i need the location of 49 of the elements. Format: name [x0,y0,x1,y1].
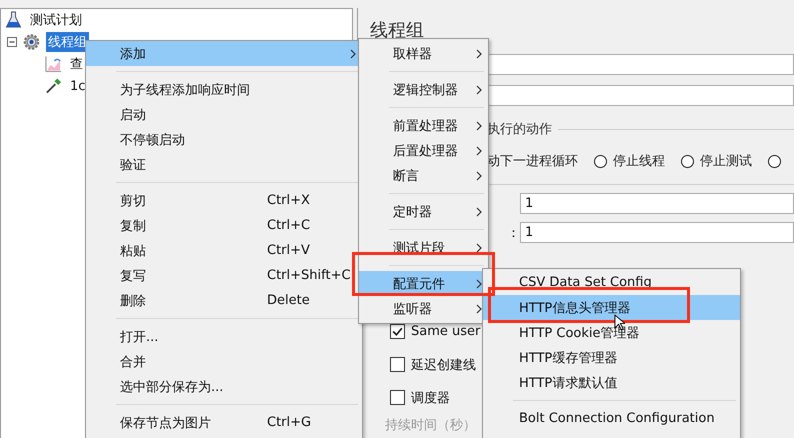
input-field[interactable] [487,54,794,75]
menu-item[interactable]: 取样器 [359,41,488,66]
checkbox[interactable] [390,324,405,339]
menu-item[interactable]: 启动 [86,102,362,127]
menu-item[interactable]: 粘贴 Ctrl+V [86,238,362,263]
checkbox[interactable] [390,390,405,405]
radio-button[interactable] [681,154,694,168]
menu-item[interactable]: HTTP请求默认值 [483,370,740,395]
menu-item[interactable]: 选中部分保存为... [86,374,362,399]
pipette-icon [45,77,62,95]
menu-item[interactable]: 定时器 [359,199,488,224]
gear-icon [23,33,40,51]
input-field[interactable]: 1 [520,222,794,243]
radio-button[interactable] [594,154,607,168]
tree-item[interactable]: 1c [68,78,88,94]
flask-icon [5,11,22,29]
menu-item[interactable]: 合并 [86,349,362,374]
menu-item[interactable]: HTTP缓存管理器 [483,345,740,370]
menu-item[interactable]: 后置处理器 [359,138,488,163]
input-field[interactable] [487,85,794,106]
menu-item[interactable]: 逻辑控制器 [359,77,488,102]
menu-item[interactable]: 为子线程添加响应时间 [86,77,362,102]
tree-item[interactable]: 测试计划 [28,10,84,30]
menu-item[interactable]: 不停顿启动 [86,127,362,152]
tree-item[interactable]: 查 [68,54,85,74]
radio-button[interactable] [768,154,781,168]
panel-title: 线程组 [370,19,425,43]
field-label: ： [506,224,520,242]
menu-item[interactable]: 断言 [359,163,488,188]
menu-item[interactable]: Bolt Connection Configuration [483,406,740,431]
chart-icon [45,55,62,73]
collapse-icon[interactable] [7,37,17,47]
menu-item[interactable]: 剪切 Ctrl+X [86,188,362,213]
menu-item[interactable]: 前置处理器 [359,113,488,138]
checkbox-label: 延迟创建线 [411,356,476,374]
menu-item[interactable]: 验证 [86,152,362,177]
menu-item[interactable]: HTTP信息头管理器 [483,295,740,320]
menu-item[interactable]: 删除 Delete [86,288,362,313]
checkbox-label: Same user [411,324,480,339]
menu-item[interactable]: 复制 Ctrl+C [86,213,362,238]
checkbox[interactable] [390,357,405,372]
menu-item[interactable]: 打开... [86,324,362,349]
checkbox-label: 调度器 [411,390,450,406]
tree-item[interactable]: 线程组 [46,32,89,52]
radio-label: 停止测试 [700,153,752,170]
menu-item[interactable]: 保存节点为图片 Ctrl+G [86,410,362,435]
input-field[interactable]: 1 [520,193,794,214]
field-label: 持续时间（秒） [385,417,476,434]
radio-label: 停止线程 [613,153,665,170]
